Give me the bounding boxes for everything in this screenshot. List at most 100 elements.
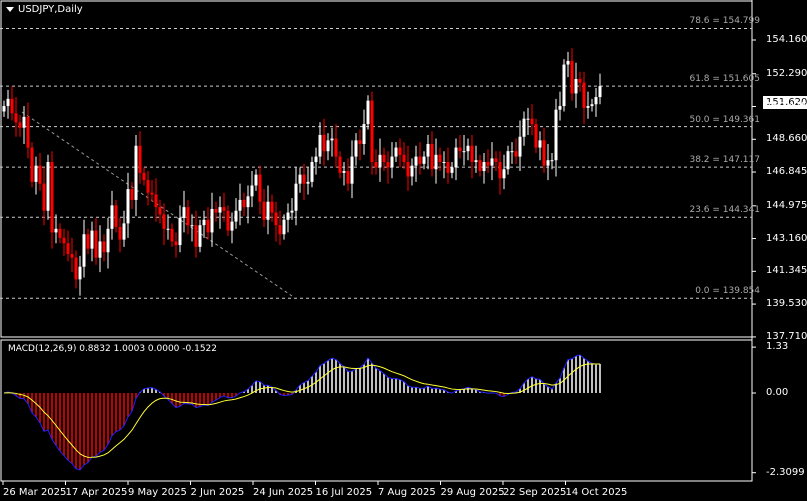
candle-body: [354, 140, 358, 157]
time-axis-label: 24 Jun 2025: [253, 487, 314, 498]
candle-body: [594, 97, 598, 105]
macd-label: MACD(12,26,9) 0.8832 1.0003 0.0000 -0.15…: [8, 344, 218, 354]
time-axis-label: 16 Jul 2025: [315, 487, 373, 498]
candle-body: [286, 212, 290, 220]
candle-body: [178, 217, 182, 246]
candle-body: [402, 154, 406, 163]
candle-body: [390, 156, 394, 168]
fib-level-label: 61.8 = 151.605: [689, 74, 760, 85]
fib-level-label: 50.0 = 149.361: [689, 114, 760, 125]
price-axis-label: 148.660: [766, 133, 807, 145]
candle-body: [262, 201, 266, 220]
price-axis-label: 144.975: [766, 199, 807, 211]
candle-body: [298, 174, 302, 184]
candle-body: [254, 174, 258, 186]
candle-body: [106, 228, 110, 253]
candle-body: [466, 145, 470, 152]
candle-body: [458, 147, 462, 152]
candle-body: [366, 100, 370, 125]
candle-body: [234, 210, 238, 222]
candle-body: [334, 138, 338, 157]
candle-body: [322, 134, 326, 152]
candle-body: [162, 214, 166, 229]
candle-body: [6, 98, 10, 107]
candle-body: [66, 243, 70, 255]
candle-body: [418, 156, 422, 164]
candle-body: [110, 205, 114, 229]
price-axis-label: 143.160: [766, 232, 807, 244]
price-axis-label: 146.845: [766, 166, 807, 178]
candle-body: [442, 162, 446, 164]
candle-body: [434, 154, 438, 170]
candle-body: [266, 201, 270, 220]
candle-body: [490, 158, 494, 166]
candle-body: [566, 60, 570, 65]
chart-canvas[interactable]: [0, 0, 807, 501]
candle-body: [26, 116, 30, 148]
candle-body: [586, 106, 590, 108]
candle-body: [174, 241, 178, 246]
candle-body: [250, 185, 254, 197]
candle-body: [158, 207, 162, 215]
candle-body: [342, 171, 346, 173]
candle-body: [378, 154, 382, 168]
candle-body: [258, 174, 262, 202]
candle-body: [42, 183, 46, 211]
fib-level-label: 0.0 = 139.854: [695, 286, 760, 297]
candle-body: [558, 106, 562, 110]
fib-level-label: 23.6 = 144.341: [689, 205, 760, 216]
candle-body: [270, 201, 274, 213]
candle-body: [494, 158, 498, 163]
candle-body: [182, 207, 186, 218]
fib-level-label: 78.6 = 154.799: [689, 16, 760, 27]
candle-body: [350, 156, 354, 184]
candle-body: [102, 241, 106, 253]
candle-body: [122, 223, 126, 240]
candle-body: [486, 162, 490, 166]
candle-body: [294, 183, 298, 211]
candle-body: [238, 199, 242, 211]
candle-body: [542, 140, 546, 166]
symbol-label: USDJPY,Daily: [18, 4, 83, 15]
candle-body: [10, 98, 14, 114]
macd-panel-border: [0, 339, 753, 482]
time-axis-label: 14 Oct 2025: [565, 487, 628, 498]
candle-body: [470, 145, 474, 163]
candle-body: [526, 118, 530, 120]
time-axis-label: 17 Apr 2025: [65, 487, 128, 498]
candle-body: [522, 118, 526, 137]
candle-body: [282, 219, 286, 235]
candle-body: [538, 140, 542, 148]
candle-body: [54, 228, 58, 233]
candle-body: [562, 64, 566, 107]
candle-body: [230, 221, 234, 231]
candle-body: [450, 167, 454, 173]
candle-body: [198, 225, 202, 247]
candle-body: [50, 162, 54, 233]
price-axis-label: 154.160: [766, 34, 807, 45]
candle-body: [534, 124, 538, 148]
candle-body: [34, 165, 38, 182]
candle-body: [330, 138, 334, 141]
candle-body: [530, 118, 534, 125]
candle-body: [426, 143, 430, 157]
candle-body: [130, 189, 134, 200]
candle-body: [90, 230, 94, 249]
candle-body: [510, 151, 514, 153]
candle-body: [46, 162, 50, 211]
candle-body: [86, 234, 90, 249]
chart-title[interactable]: USDJPY,Daily: [6, 4, 83, 15]
candle-body: [126, 189, 130, 224]
candle-body: [194, 225, 198, 247]
candle-body: [226, 210, 230, 231]
candle-body: [170, 228, 174, 242]
candle-body: [582, 82, 586, 108]
dropdown-triangle-icon: [6, 7, 14, 12]
macd-axis-label: 1.33: [766, 341, 789, 353]
candle-body: [430, 143, 434, 170]
candle-body: [570, 60, 574, 94]
candle-body: [338, 156, 342, 173]
candle-body: [578, 78, 582, 83]
candle-body: [414, 156, 418, 166]
candle-body: [290, 210, 294, 213]
